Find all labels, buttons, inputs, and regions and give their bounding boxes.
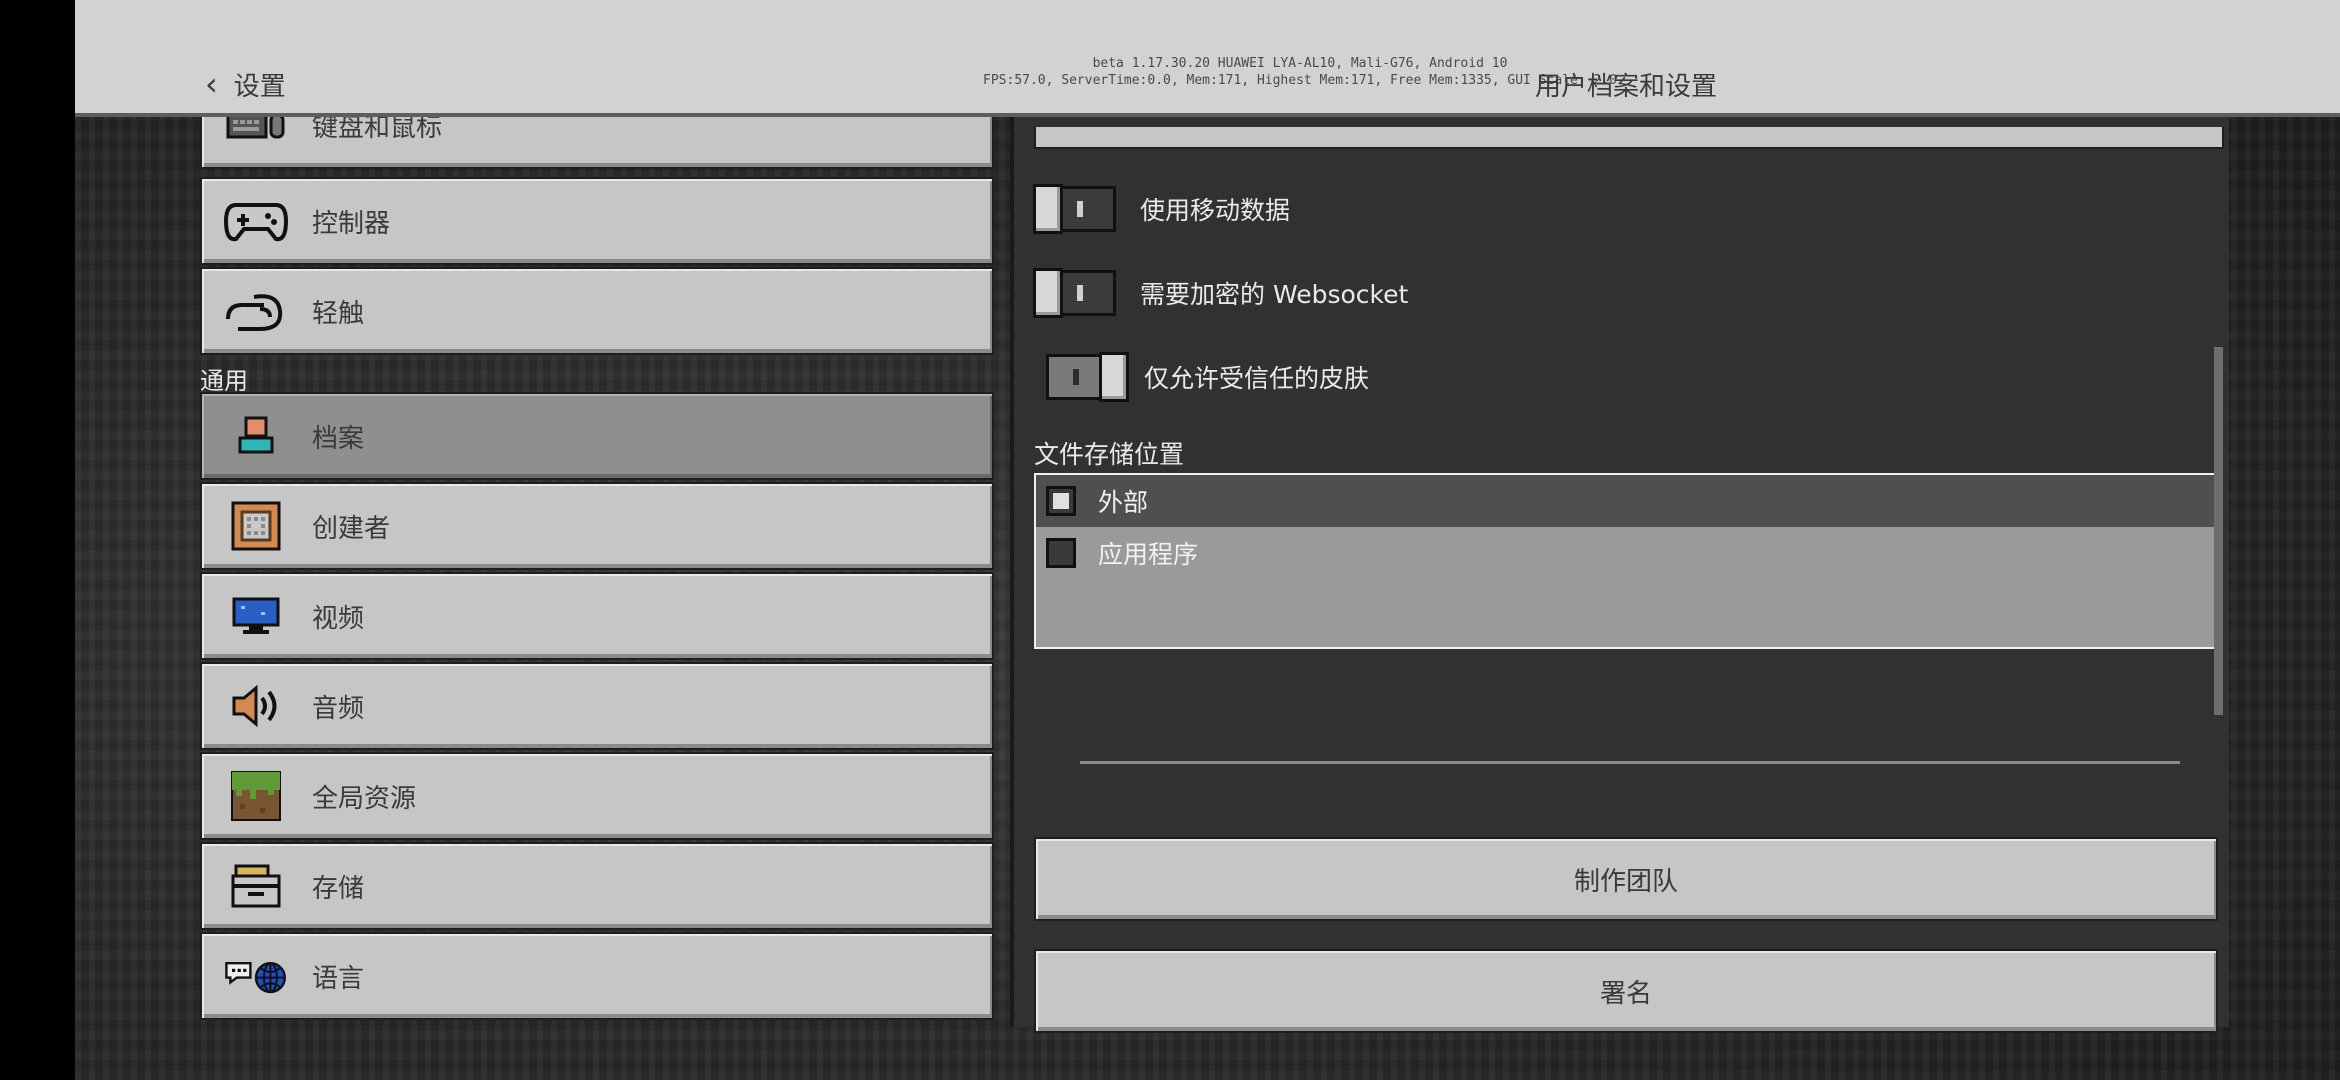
section-general-label: 通用 [200,367,248,395]
section-divider [1080,761,2180,764]
sidebar-item-video[interactable]: 视频 [200,572,994,660]
command-block-icon [224,501,288,551]
storage-box-icon [224,862,288,910]
language-globe-icon [224,952,288,1000]
sidebar-item-creator[interactable]: 创建者 [200,482,994,570]
keyboard-mouse-icon [224,117,288,149]
trusted-skins-label: 仅允许受信任的皮肤 [1144,364,1370,393]
back-label: 设置 [233,71,286,102]
settings-sidebar: 键盘和鼠标 控制器 轻触 通用 档案 创建者 视频 音频 全局资源 存储 语言 [200,117,994,1021]
sidebar-item-label: 音频 [312,693,365,724]
toggle-row-mobile-data: 使用移动数据 [1033,184,1291,234]
sidebar-item-controller[interactable]: 控制器 [200,177,994,265]
back-button[interactable]: ‹ 设置 [205,64,286,104]
chevron-left-icon: ‹ [205,65,218,103]
mobile-data-label: 使用移动数据 [1140,196,1291,225]
sidebar-item-audio[interactable]: 音频 [200,662,994,750]
sidebar-item-label: 档案 [312,423,365,454]
radio-checkbox-icon [1046,486,1076,516]
toggle-row-trusted-skins: 仅允许受信任的皮肤 [1046,352,1370,402]
trusted-skins-toggle[interactable] [1046,352,1129,402]
toggle-row-encrypted-websocket: 需要加密的 Websocket [1033,268,1409,318]
sidebar-item-language[interactable]: 语言 [200,932,994,1020]
sidebar-item-label: 轻触 [312,298,365,329]
monitor-icon [224,592,288,640]
sidebar-item-profile[interactable]: 档案 [200,392,994,480]
sidebar-item-label: 存储 [312,873,365,904]
file-storage-location-title: 文件存储位置 [1034,440,1185,469]
storage-option-external[interactable]: 外部 [1036,475,2220,527]
sidebar-item-touch[interactable]: 轻触 [200,267,994,355]
sidebar-item-label: 视频 [312,603,365,634]
storage-option-label: 外部 [1098,488,1149,517]
gamepad-icon [224,197,288,245]
sidebar-item-label: 语言 [312,963,365,994]
radio-checkbox-icon [1046,538,1076,568]
storage-option-application[interactable]: 应用程序 [1036,527,2220,579]
sidebar-item-keyboard-mouse[interactable]: 键盘和鼠标 [200,117,994,169]
sidebar-item-storage[interactable]: 存储 [200,842,994,930]
sidebar-item-label: 全局资源 [312,783,417,814]
sidebar-item-label: 控制器 [312,208,391,239]
sidebar-item-label: 创建者 [312,513,391,544]
encrypted-websocket-label: 需要加密的 Websocket [1140,280,1409,309]
page-title: 用户档案和设置 [1535,72,1718,102]
storage-option-label: 应用程序 [1098,540,1199,569]
settings-content-panel: 使用移动数据 需要加密的 Websocket 仅允许受信任的皮肤 文件存储位置 … [1010,117,2229,1033]
sidebar-item-label: 键盘和鼠标 [312,117,443,143]
sidebar-item-global-resources[interactable]: 全局资源 [200,752,994,840]
header-bar: ‹ 设置 beta 1.17.30.20 HUAWEI LYA-AL10, Ma… [75,0,2340,117]
grass-block-icon [224,771,288,821]
previous-section-edge [1034,127,2224,149]
content-scrollbar[interactable] [2214,347,2223,715]
left-screen-edge [0,0,75,1080]
speaker-icon [224,682,288,730]
encrypted-websocket-toggle[interactable] [1033,268,1116,318]
touch-icon [224,287,288,335]
profile-icon [224,412,288,460]
mobile-data-toggle[interactable] [1033,184,1116,234]
credits-button[interactable]: 制作团队 [1034,837,2218,921]
attribution-button[interactable]: 署名 [1034,949,2218,1033]
storage-location-options: 外部 应用程序 [1034,473,2222,649]
